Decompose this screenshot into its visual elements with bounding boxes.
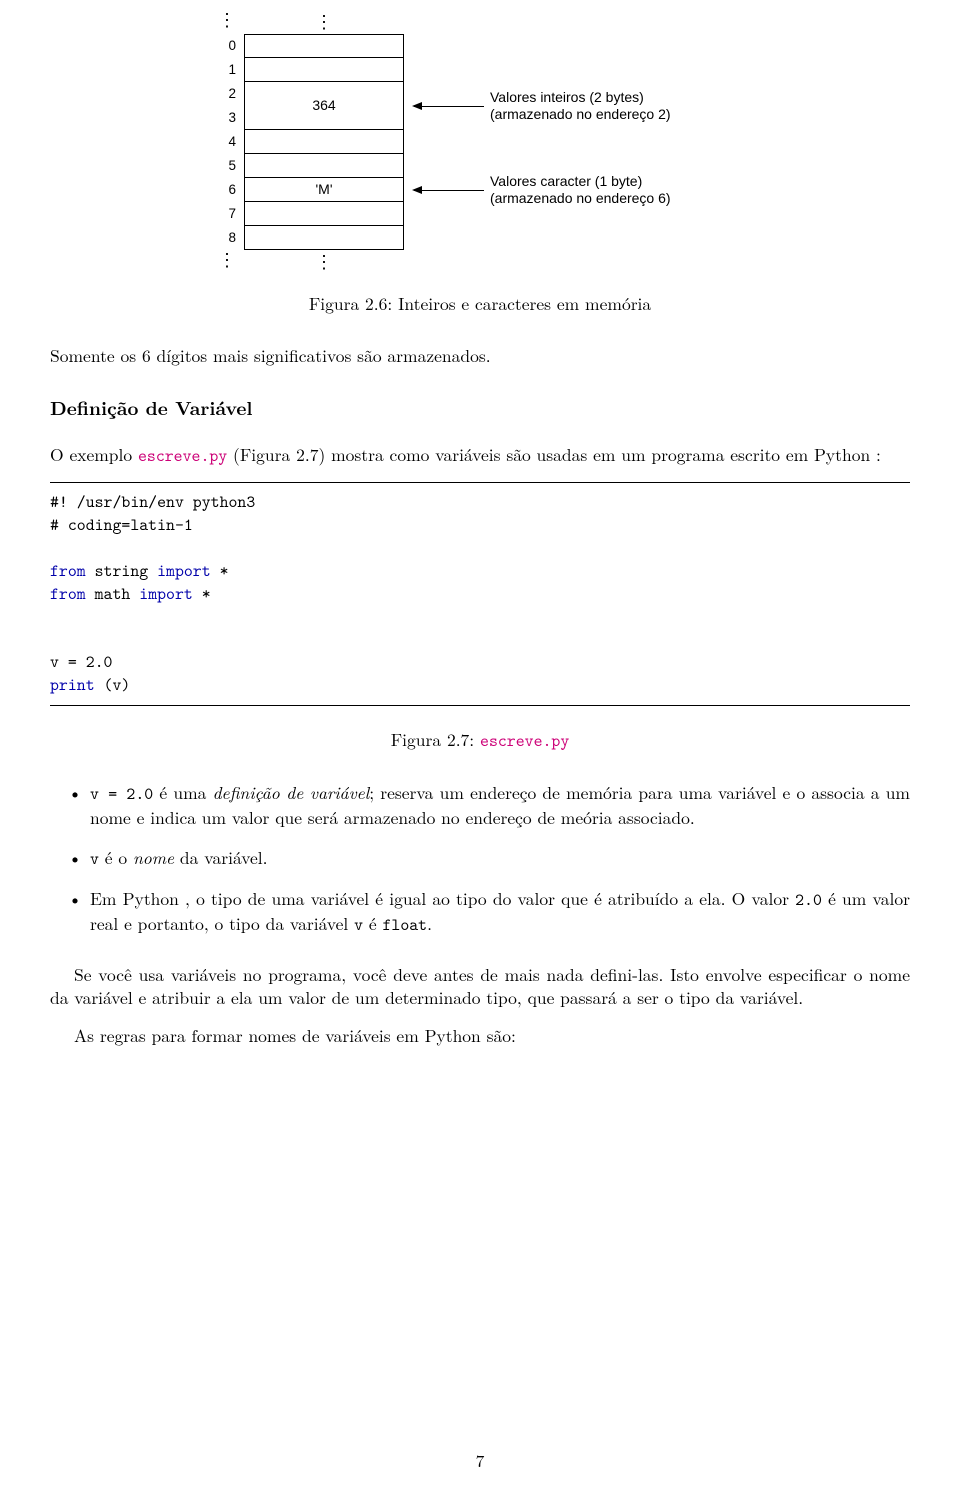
code-line: from string import *	[50, 560, 910, 583]
mem-index: 4	[200, 133, 244, 151]
code-line: print (v)	[50, 674, 910, 697]
mem-cell	[244, 58, 404, 82]
code-listing: #! /usr/bin/env python3 # coding=latin-1…	[50, 491, 910, 697]
paragraph: Somente os 6 dígitos mais significativos…	[50, 344, 910, 368]
mem-index: 7	[200, 205, 244, 223]
vdots-icon: ⋮	[218, 10, 236, 30]
code-blank	[50, 628, 910, 651]
filename-link[interactable]: escreve.py	[480, 730, 569, 752]
code-line: from math import *	[50, 583, 910, 606]
annotation-line: Valores inteiros (2 bytes)	[490, 89, 671, 106]
mem-index: 8	[200, 229, 244, 247]
vdots-icon: ⋮	[315, 9, 333, 34]
figure-caption-26: Figura 2.6: Inteiros e caracteres em mem…	[50, 292, 910, 316]
paragraph: As regras para formar nomes de variáveis…	[50, 1024, 910, 1048]
arrow-annotation: Valores caracter (1 byte) (armazenado no…	[414, 173, 671, 207]
mem-cell-char: 'M'	[244, 178, 404, 202]
annotation-line: (armazenado no endereço 2)	[490, 106, 671, 123]
annotation-line: (armazenado no endereço 6)	[490, 190, 671, 207]
list-item: v = 2.0 é uma definição de variável; res…	[90, 781, 910, 830]
mem-cell	[244, 202, 404, 226]
vdots-icon: ⋮	[315, 249, 333, 274]
paragraph: Se você usa variáveis no programa, você …	[50, 963, 910, 1010]
mem-index: 0	[200, 37, 244, 55]
mem-index: 1	[200, 61, 244, 79]
mem-cell	[244, 130, 404, 154]
figure-caption-27: Figura 2.7: escreve.py	[50, 728, 910, 753]
arrow-annotation: Valores inteiros (2 bytes) (armazenado n…	[414, 89, 671, 123]
code-rule-top	[50, 482, 910, 483]
mem-index: 3	[200, 109, 244, 127]
code-line: #! /usr/bin/env python3	[50, 491, 910, 514]
code-line: v = 2.0	[50, 651, 910, 674]
list-item: Em Python , o tipo de uma variável é igu…	[90, 887, 910, 937]
section-heading: Definição de Variável	[50, 395, 910, 421]
mem-cell	[244, 34, 404, 58]
annotation-line: Valores caracter (1 byte)	[490, 173, 671, 190]
mem-cell	[244, 226, 404, 250]
mem-index: 2	[200, 85, 244, 103]
list-item: v é o nome da variável.	[90, 846, 910, 871]
page-number: 7	[0, 1449, 960, 1473]
code-line: # coding=latin-1	[50, 514, 910, 537]
mem-index: 6	[200, 181, 244, 199]
code-blank	[50, 537, 910, 560]
bullet-list: v = 2.0 é uma definição de variável; res…	[50, 781, 910, 936]
mem-cell-value: 364	[312, 96, 335, 115]
code-rule-bottom	[50, 705, 910, 706]
code-blank	[50, 606, 910, 629]
mem-cell	[244, 154, 404, 178]
vdots-icon: ⋮	[218, 250, 236, 270]
filename-link[interactable]: escreve.py	[138, 445, 227, 467]
paragraph: O exemplo escreve.py (Figura 2.7) mostra…	[50, 443, 910, 468]
memory-diagram: ⋮ ⋮ 0 1 2 3 364 Valores inteiros (2 byte…	[200, 10, 910, 274]
mem-cell-value: 'M'	[315, 180, 332, 199]
mem-index: 5	[200, 157, 244, 175]
mem-cell-int: 364	[244, 82, 404, 130]
